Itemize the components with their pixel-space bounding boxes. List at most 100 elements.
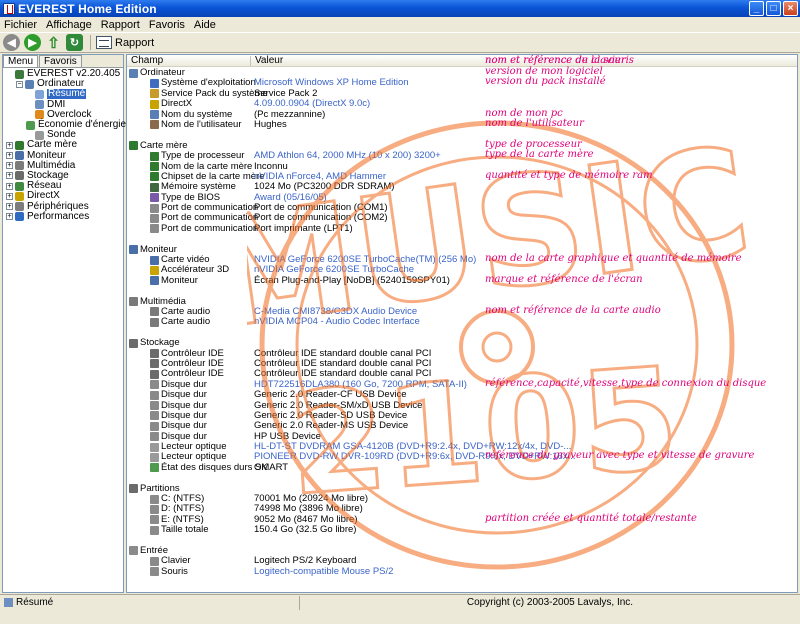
field-icon — [150, 265, 159, 275]
detail-row[interactable]: Disque dur Generic 2.0 Reader-SM/xD USB D… — [127, 400, 797, 411]
field-label: Contrôleur IDE — [161, 368, 224, 380]
detail-row[interactable]: Disque dur Generic 2.0 Reader-CF USB Devi… — [127, 390, 797, 400]
maximize-button[interactable]: □ — [766, 1, 781, 16]
value-cell: Port de communication (COM2) — [254, 212, 388, 224]
value-link[interactable]: AMD Athlon 64, 2000 MHz (10 x 200) 3200+ — [254, 151, 441, 161]
details-list: Ordinateur Système d'exploitation Microsof… — [127, 68, 797, 577]
report-button[interactable]: Rapport — [96, 36, 154, 49]
detail-row[interactable]: Contrôleur IDE Contrôleur IDE standard do… — [127, 358, 797, 369]
expand-toggle-icon[interactable]: + — [6, 141, 13, 149]
field-icon — [150, 317, 159, 327]
expand-toggle-icon[interactable]: + — [6, 182, 13, 190]
menu-favoris[interactable]: Favoris — [149, 19, 185, 31]
field-icon — [150, 193, 159, 203]
forward-icon[interactable]: ▶ — [24, 34, 41, 51]
minimize-button[interactable]: _ — [749, 1, 764, 16]
title-bar[interactable]: EVEREST Home Edition _ □ × — [0, 0, 800, 17]
value-link[interactable]: Logitech-compatible Mouse PS/2 — [254, 566, 393, 577]
expand-toggle-icon[interactable]: + — [6, 203, 13, 211]
detail-row[interactable]: Disque dur Generic 2.0 Reader-MS USB Devi… — [127, 421, 797, 431]
field-label: Clavier — [161, 555, 191, 567]
field-cell: Type de processeur — [150, 151, 244, 161]
detail-row[interactable]: Mémoire système 1024 Mo (PC3200 DDR SDRAM… — [127, 182, 797, 192]
detail-row[interactable]: D: (NTFS) 74998 Mo (3896 Mo libre) — [127, 504, 797, 514]
expand-toggle-icon[interactable]: + — [6, 213, 13, 221]
tree-item[interactable]: + Carte mère — [3, 140, 123, 150]
value-cell: Generic 2.0 Reader-MS USB Device — [254, 420, 409, 432]
field-cell: Disque dur — [150, 400, 207, 411]
value-link[interactable]: Microsoft Windows XP Home Edition — [254, 78, 409, 88]
detail-row[interactable]: DirectX 4.09.00.0904 (DirectX 9.0c) — [127, 99, 797, 109]
field-cell: Stockage — [129, 338, 180, 348]
tree-item[interactable]: + Réseau — [3, 181, 123, 191]
section-header[interactable]: Multimédia — [127, 296, 797, 307]
expand-toggle-icon[interactable]: − — [16, 80, 23, 88]
tree-node-icon — [15, 191, 24, 201]
detail-row[interactable]: Accélérateur 3D nVIDIA GeForce 6200SE Tur… — [127, 265, 797, 275]
menu-fichier[interactable]: Fichier — [4, 19, 37, 31]
expand-toggle-icon[interactable]: + — [6, 172, 13, 180]
value-cell: Generic 2.0 Reader-CF USB Device — [254, 389, 407, 401]
column-champ[interactable]: Champ — [131, 55, 163, 66]
detail-row[interactable]: Contrôleur IDE Contrôleur IDE standard do… — [127, 348, 797, 359]
expand-toggle-icon[interactable]: + — [6, 192, 13, 200]
section-header[interactable]: Stockage — [127, 338, 797, 348]
detail-row[interactable]: Nom de l'utilisateur Hughes — [127, 119, 797, 130]
expand-toggle-icon[interactable]: + — [6, 152, 13, 160]
detail-row[interactable]: Souris Logitech-compatible Mouse PS/2 — [127, 566, 797, 577]
tab-favoris[interactable]: Favoris — [39, 55, 82, 67]
detail-row[interactable]: Clavier Logitech PS/2 Keyboard — [127, 556, 797, 566]
value-cell: Logitech PS/2 Keyboard — [254, 555, 357, 567]
column-divider[interactable] — [250, 56, 251, 66]
toolbar-separator — [90, 35, 91, 50]
tree-item[interactable]: + Stockage — [3, 170, 123, 181]
field-icon — [150, 162, 159, 172]
detail-row[interactable]: Service Pack du système Service Pack 2 — [127, 88, 797, 99]
menu-aide[interactable]: Aide — [194, 19, 216, 31]
back-icon[interactable]: ◀ — [3, 34, 20, 51]
value-cell: Contrôleur IDE standard double canal PCI — [254, 368, 432, 380]
tree-item[interactable]: + Performances — [3, 211, 123, 222]
value-link[interactable]: nVIDIA GeForce 6200SE TurboCache — [254, 265, 414, 275]
value-link[interactable]: nVIDIA MCP04 - Audio Codec Interface — [254, 317, 420, 327]
section-header[interactable]: Partitions — [127, 483, 797, 494]
detail-row[interactable]: Disque dur Generic 2.0 Reader-SD USB Devi… — [127, 410, 797, 421]
field-icon — [150, 120, 159, 130]
tree-node-icon — [15, 151, 24, 161]
detail-row[interactable]: Type de processeur AMD Athlon 64, 2000 MH… — [127, 151, 797, 161]
field-label: Port de communication — [161, 212, 259, 224]
column-valeur[interactable]: Valeur — [255, 55, 283, 66]
detail-row[interactable]: E: (NTFS) 9052 Mo (8467 Mo libre) — [127, 514, 797, 525]
value-link[interactable]: 4.09.00.0904 (DirectX 9.0c) — [254, 99, 370, 109]
detail-row[interactable]: Carte audio C-Media CMI8738/C3DX Audio De… — [127, 306, 797, 317]
expand-toggle-icon[interactable]: + — [6, 162, 13, 170]
close-button[interactable]: × — [783, 1, 798, 16]
detail-row[interactable]: C: (NTFS) 70001 Mo (20924 Mo libre) — [127, 494, 797, 504]
tree-item[interactable]: + DirectX — [3, 191, 123, 201]
detail-row[interactable]: Taille totale 150.4 Go (32.5 Go libre) — [127, 525, 797, 535]
detail-row[interactable]: État des disques durs SMART OK — [127, 462, 797, 473]
refresh-icon[interactable]: ↻ — [66, 34, 83, 51]
value-link[interactable]: PIONEER DVD-RW DVR-109RD (DVD+R9:6x, DVD… — [254, 452, 576, 462]
row-spacer — [127, 286, 797, 296]
row-spacer — [127, 473, 797, 483]
detail-row[interactable]: Carte audio nVIDIA MCP04 - Audio Codec In… — [127, 317, 797, 327]
up-icon[interactable]: ⇧ — [45, 34, 62, 52]
field-label: Carte audio — [161, 316, 211, 328]
detail-row[interactable]: Disque dur HDT722516DLA380 (160 Go, 7200 … — [127, 379, 797, 390]
field-label: DirectX — [161, 98, 193, 110]
tree-node-icon — [26, 120, 35, 130]
menu-rapport[interactable]: Rapport — [101, 19, 140, 31]
detail-row[interactable]: Port de communication Port imprimante (LP… — [127, 223, 797, 234]
menu-affichage[interactable]: Affichage — [46, 19, 92, 31]
field-cell: Nom de l'utilisateur — [150, 119, 242, 130]
tree-node-icon — [35, 89, 44, 99]
section-icon — [129, 68, 138, 78]
section-icon — [129, 546, 138, 556]
section-header[interactable]: Entrée — [127, 545, 797, 556]
tab-menu[interactable]: Menu — [3, 55, 39, 67]
section-icon — [129, 484, 138, 494]
tree-node-icon — [35, 130, 44, 140]
detail-row[interactable]: Moniteur Écran Plug-and-Play [NoDB] (5240… — [127, 275, 797, 286]
field-icon — [150, 307, 159, 317]
